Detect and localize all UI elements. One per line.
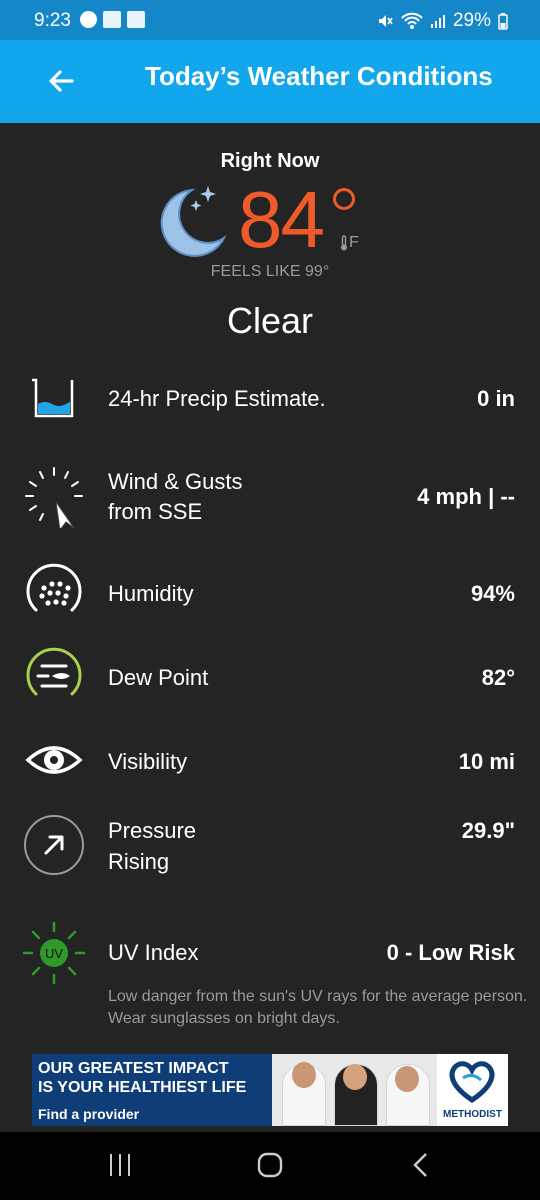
row-label: UV Index	[108, 940, 199, 965]
ad-brand: METHODIST	[443, 1109, 502, 1120]
humidity-icon	[26, 563, 82, 612]
row-label: Humidity	[108, 581, 194, 606]
system-nav-bar	[0, 1132, 540, 1200]
ad-headline-line-2: IS YOUR HEALTHIEST LIFE	[38, 1079, 247, 1096]
app-notification-icon	[127, 11, 145, 28]
row-value: 29.9"	[461, 818, 515, 843]
dew-point-icon	[26, 647, 82, 696]
row-value: 82°	[481, 665, 515, 690]
row-label-secondary: Rising	[108, 849, 170, 874]
recent-apps-icon[interactable]	[108, 1152, 132, 1178]
row-label: Dew Point	[108, 665, 209, 690]
precip-bucket-icon	[32, 378, 74, 418]
row-label: Wind & Gusts	[108, 469, 243, 494]
uv-sun-icon: UV	[22, 921, 86, 985]
temperature-unit: F	[340, 234, 359, 252]
right-now-heading: Right Now	[220, 150, 320, 172]
row-label: Visibility	[108, 749, 188, 774]
wifi-icon	[401, 12, 423, 29]
page-title: Today’s Weather Conditions	[145, 61, 493, 91]
signal-icon	[430, 15, 445, 28]
ad-photo	[272, 1054, 437, 1126]
ad-logo: METHODIST	[437, 1054, 508, 1126]
heart-logo-icon	[449, 1061, 495, 1104]
status-time: 9:23	[34, 10, 71, 31]
ad-cta[interactable]: Find a provider	[38, 1106, 139, 1122]
status-right: 29%	[376, 10, 508, 32]
temperature-value: 84	[238, 175, 325, 264]
row-value: 4 mph | --	[417, 484, 515, 509]
ad-text-panel: OUR GREATEST IMPACT IS YOUR HEALTHIEST L…	[32, 1054, 272, 1126]
ad-person-head	[395, 1066, 419, 1092]
home-icon[interactable]	[257, 1152, 283, 1178]
row-value: 0 in	[477, 386, 515, 411]
pressure-arrow-icon	[24, 815, 84, 875]
status-bar: 9:23 29%	[0, 0, 540, 40]
moon-stars-icon	[160, 186, 227, 257]
row-label-secondary: from SSE	[108, 499, 203, 524]
image-notification-icon	[103, 11, 121, 28]
row-label: Pressure	[108, 818, 197, 843]
unit-label: F	[349, 234, 359, 251]
row-value: 94%	[470, 581, 515, 606]
feels-like: FEELS LIKE 99°	[210, 263, 330, 280]
ad-person-head	[343, 1064, 367, 1090]
uv-description: Low danger from the sun's UV rays for th…	[108, 988, 528, 1027]
eye-icon	[25, 746, 83, 774]
degree-symbol	[333, 188, 355, 210]
row-value: 10 mi	[458, 749, 515, 774]
battery-icon	[498, 12, 508, 30]
notification-icons	[80, 11, 145, 28]
ad-headline: OUR GREATEST IMPACT IS YOUR HEALTHIEST L…	[38, 1059, 246, 1097]
battery-percent: 29%	[452, 10, 491, 31]
app-bar: Today’s Weather Conditions	[0, 40, 540, 123]
thermometer-icon	[341, 235, 347, 251]
ad-headline-line-1: OUR GREATEST IMPACT	[38, 1060, 229, 1077]
arrow-left-icon[interactable]	[44, 64, 78, 98]
mute-icon	[378, 15, 393, 27]
uv-badge: UV	[45, 946, 63, 961]
ad-banner[interactable]: OUR GREATEST IMPACT IS YOUR HEALTHIEST L…	[32, 1054, 508, 1126]
row-value: 0 - Low Risk	[386, 940, 515, 965]
messenger-icon	[80, 11, 97, 28]
ad-person-head	[292, 1062, 316, 1088]
row-label: 24-hr Precip Estimate.	[108, 386, 326, 411]
back-nav-icon[interactable]	[411, 1152, 429, 1178]
wind-direction-icon	[25, 467, 83, 528]
condition-text: Clear	[226, 300, 314, 341]
